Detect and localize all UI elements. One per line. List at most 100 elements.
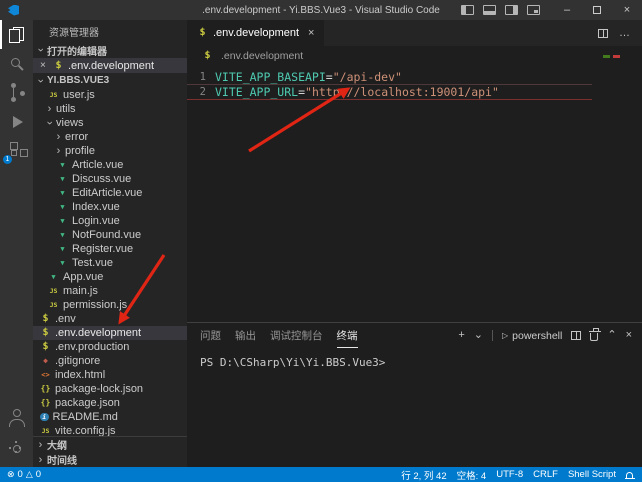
tree-file-.gitignore[interactable]: ◆.gitignore [33, 354, 187, 368]
open-editors-header[interactable]: › 打开的编辑器 [33, 42, 187, 58]
split-terminal-icon[interactable] [571, 331, 581, 340]
settings-gear-icon[interactable] [0, 434, 33, 463]
status-item[interactable]: 空格: 4 [452, 468, 492, 482]
tree-file-Register.vue[interactable]: ▼Register.vue [33, 242, 187, 256]
env-file-icon: $ [40, 342, 51, 352]
project-root-header[interactable]: › YI.BBS.VUE3 [33, 73, 187, 88]
status-item[interactable]: Shell Script [563, 469, 621, 480]
panel-tab-问题[interactable]: 问题 [200, 323, 221, 348]
token-key: VITE_APP_BASEAPI [215, 70, 326, 84]
tree-file-Article.vue[interactable]: ▼Article.vue [33, 158, 187, 172]
panel-tab-输出[interactable]: 输出 [235, 323, 256, 348]
problems-status[interactable]: ⊗ 0 △ 0 [0, 469, 41, 480]
close-icon[interactable]: × [308, 27, 314, 39]
file-label: Register.vue [72, 243, 133, 255]
panel-actions: + ⌄ ▷ powershell ⌃ × [458, 330, 632, 342]
tree-file-Test.vue[interactable]: ▼ Test.vue [33, 256, 187, 270]
outline-section-header[interactable]: › 大纲 [33, 437, 187, 452]
tab-env-development[interactable]: $ .env.development × [187, 20, 324, 46]
token-op: = [326, 70, 333, 84]
explorer-activity-icon[interactable] [0, 20, 33, 49]
extensions-activity-icon[interactable]: 1 [0, 136, 33, 165]
code-line-1: 1VITE_APP_BASEAPI="/api-dev" [187, 70, 592, 85]
tree-file-Index.vue[interactable]: ▼Index.vue [33, 200, 187, 214]
tree-folder-profile[interactable]: ›profile [33, 144, 187, 158]
tree-file-.env[interactable]: $.env [33, 312, 187, 326]
search-activity-icon[interactable] [0, 49, 33, 78]
tree-file-EditArticle.vue[interactable]: ▼EditArticle.vue [33, 186, 187, 200]
accounts-icon[interactable] [0, 402, 33, 431]
status-item[interactable]: UTF-8 [491, 469, 528, 480]
warning-count: 0 [36, 469, 41, 480]
toggle-secondary-sidebar-icon[interactable] [505, 5, 518, 15]
terminal-content[interactable]: PS D:\CSharp\Yi\Yi.BBS.Vue3> [187, 348, 642, 467]
js-file-icon: JS [40, 428, 51, 435]
file-label: Discuss.vue [72, 173, 131, 185]
toggle-sidebar-icon[interactable] [461, 5, 474, 15]
split-editor-icon[interactable] [598, 29, 608, 38]
tree-file-Discuss.vue[interactable]: ▼ Discuss.vue [33, 172, 187, 186]
tree-file-NotFound.vue[interactable]: ▼NotFound.vue [33, 228, 187, 242]
overview-ruler-marks [603, 55, 620, 58]
close-window-button[interactable]: × [612, 0, 642, 20]
file-label: Test.vue [72, 257, 113, 269]
toggle-panel-icon[interactable] [483, 5, 496, 15]
panel-header: 问题输出调试控制台终端 + ⌄ ▷ powershell ⌃ × [187, 323, 642, 348]
token-str: "/api-dev" [333, 70, 402, 84]
new-terminal-icon[interactable]: + [458, 330, 464, 341]
run-debug-activity-icon[interactable] [0, 107, 33, 136]
terminal-profile-selector[interactable]: ▷ powershell [502, 330, 562, 342]
tree-file-App.vue[interactable]: ▼App.vue [33, 270, 187, 284]
tree-folder-error[interactable]: ›error [33, 130, 187, 144]
code-editor[interactable]: 1VITE_APP_BASEAPI="/api-dev"2VITE_APP_UR… [187, 66, 642, 322]
maximize-panel-icon[interactable]: ⌃ [607, 330, 616, 341]
tree-file-vite.config.js[interactable]: JS vite.config.js [33, 424, 187, 436]
vue-file-icon: ▼ [57, 162, 68, 169]
close-panel-icon[interactable]: × [626, 330, 632, 341]
vue-file-icon: ▼ [57, 176, 68, 183]
status-item[interactable]: CRLF [528, 469, 563, 480]
html-file-icon: <> [40, 372, 51, 379]
activity-bar: 1 [0, 20, 33, 467]
code-text: VITE_APP_BASEAPI="/api-dev" [215, 70, 402, 84]
close-icon[interactable]: × [40, 60, 50, 71]
file-label: vite.config.js [55, 425, 116, 436]
tree-folder-utils[interactable]: ›utils [33, 102, 187, 116]
panel-tab-终端[interactable]: 终端 [337, 323, 358, 348]
chevron-right-icon: › [54, 145, 63, 157]
status-item[interactable]: 行 2, 列 42 [396, 468, 451, 482]
file-label: .gitignore [55, 355, 100, 367]
tree-file-package.json[interactable]: {}package.json [33, 396, 187, 410]
json-file-icon: {} [40, 385, 51, 393]
tree-folder-views[interactable]: ›views [33, 116, 187, 130]
timeline-label: 时间线 [47, 452, 77, 467]
more-actions-icon[interactable]: … [619, 27, 631, 39]
file-label: error [65, 131, 88, 143]
tree-file-user.js[interactable]: JSuser.js [33, 88, 187, 102]
minimize-button[interactable]: – [552, 0, 582, 20]
file-label: App.vue [63, 271, 103, 283]
line-number: 1 [187, 71, 215, 83]
source-control-activity-icon[interactable] [0, 78, 33, 107]
chevron-down-icon[interactable]: ⌄ [474, 330, 483, 341]
tree-file-permission.js[interactable]: JSpermission.js [33, 298, 187, 312]
vue-file-icon: ▼ [57, 260, 68, 267]
tree-file-.env.production[interactable]: $.env.production [33, 340, 187, 354]
notifications-bell-icon[interactable] [626, 472, 633, 478]
tree-file-package-lock.json[interactable]: {}package-lock.json [33, 382, 187, 396]
kill-terminal-icon[interactable] [590, 333, 598, 341]
extensions-icon [11, 150, 17, 156]
maximize-button[interactable] [582, 0, 612, 20]
open-editor-item[interactable]: ×$.env.development [33, 58, 187, 73]
tree-file-index.html[interactable]: <>index.html [33, 368, 187, 382]
timeline-section-header[interactable]: › 时间线 [33, 452, 187, 467]
tree-file-main.js[interactable]: JSmain.js [33, 284, 187, 298]
tree-file-README.md[interactable]: iREADME.md [33, 410, 187, 424]
tree-file-.env.development[interactable]: $.env.development [33, 326, 187, 340]
project-root-label: YI.BBS.VUE3 [47, 75, 109, 86]
panel-tab-调试控制台[interactable]: 调试控制台 [270, 323, 323, 348]
js-file-icon: JS [48, 92, 59, 99]
tree-file-Login.vue[interactable]: ▼Login.vue [33, 214, 187, 228]
customize-layout-icon[interactable] [527, 5, 540, 15]
breadcrumb-item[interactable]: .env.development [221, 50, 303, 62]
